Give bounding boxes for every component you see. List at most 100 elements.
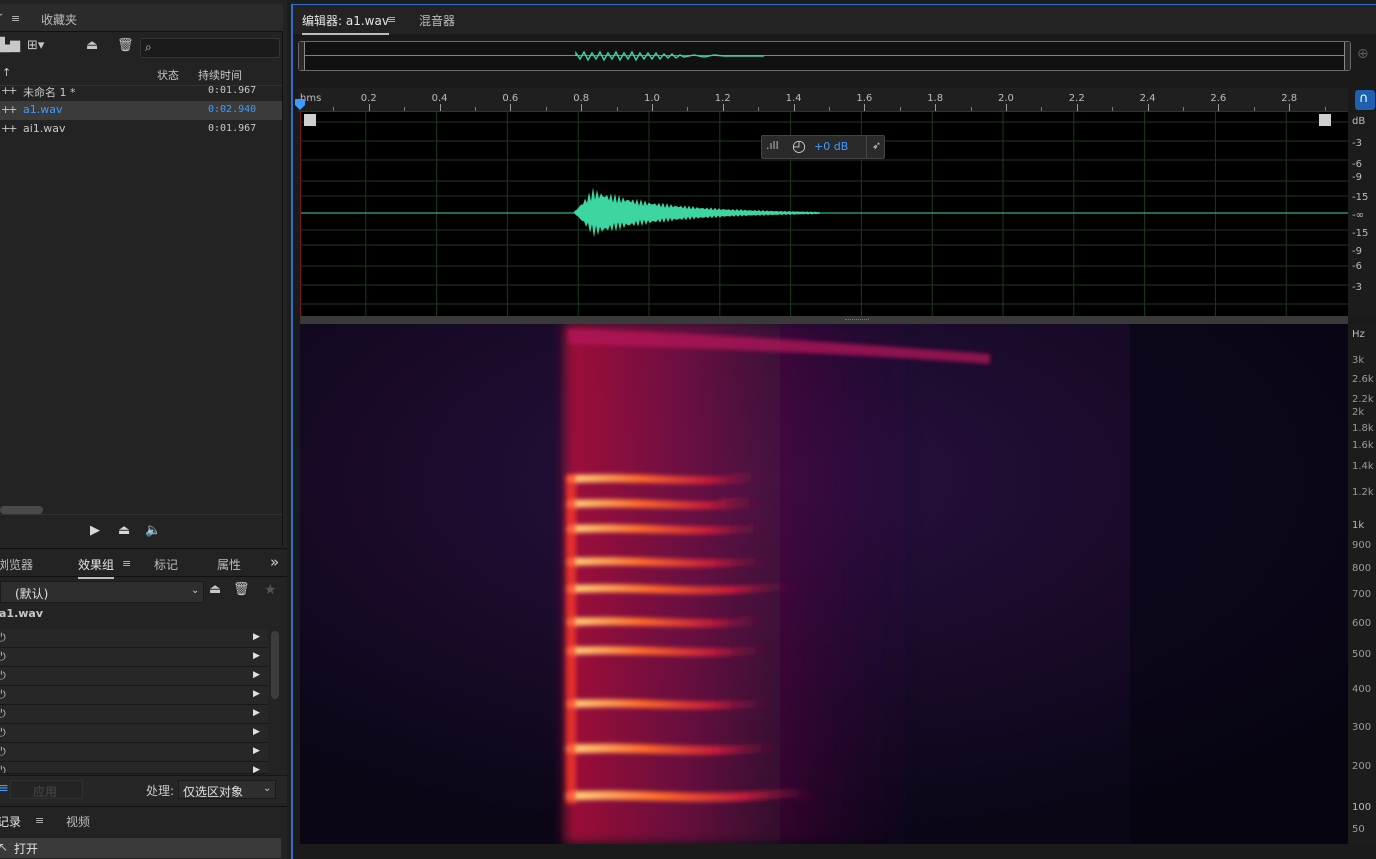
slot-arrow-icon[interactable]: ▶ <box>253 746 260 756</box>
rack-slot[interactable]: ⏻▶ <box>0 724 268 743</box>
overview-navigator[interactable] <box>298 41 1351 71</box>
power-icon[interactable]: ⏻ <box>0 669 6 683</box>
tab-editor[interactable]: 编辑器: a1.wav <box>302 12 389 35</box>
frequency-scale[interactable]: Hz 3k 2.6k 2.2k 2k 1.8k 1.6k 1.4k 1.2k 1k 900 800 70… <box>1349 324 1376 844</box>
splitter-grip-icon[interactable] <box>845 319 869 321</box>
slot-arrow-icon[interactable]: ▶ <box>253 651 260 661</box>
file-row[interactable]: ++ ai1.wav 0:01.967 <box>0 120 282 139</box>
rack-slot[interactable]: ⏻▶ <box>0 743 268 762</box>
slot-arrow-icon[interactable]: ▶ <box>253 727 260 737</box>
ruler-tick-label: 0.4 <box>431 93 448 104</box>
db-scale-label: -3 <box>1352 282 1362 293</box>
editor-menu-icon[interactable]: ≡ <box>387 13 396 26</box>
power-icon[interactable]: ⏻ <box>0 745 6 759</box>
save-preset-icon[interactable]: ⏏ <box>209 582 221 597</box>
tab-history[interactable]: 记录 <box>0 813 21 830</box>
file-row[interactable]: ++ 未命名 1 * 0:01.967 <box>0 82 282 101</box>
db-scale-label: -15 <box>1352 192 1369 203</box>
zoom-navigator-icon[interactable]: ⊕ <box>1357 46 1369 62</box>
time-ruler[interactable]: hms 0.2 0.4 0.6 0.8 1.0 1.2 1.4 1.6 1.8 2.0 2.2 2.4… <box>298 88 1348 112</box>
hz-scale-label: 300 <box>1352 722 1372 733</box>
power-icon[interactable]: ⏻ <box>0 650 6 664</box>
ruler-minor-tick <box>1183 107 1184 111</box>
column-duration[interactable]: 持续时间 <box>198 67 242 83</box>
waveform-display[interactable]: .ıll ◴ +0 dB ➶ <box>300 112 1348 316</box>
delete-icon[interactable]: 🗑 <box>117 38 134 53</box>
power-icon[interactable]: ⏻ <box>0 726 6 740</box>
fade-out-handle[interactable] <box>1319 114 1331 126</box>
search-icon: ⌕ <box>145 40 152 54</box>
slot-arrow-icon[interactable]: ▶ <box>253 708 260 718</box>
ruler-minor-tick <box>1324 107 1326 111</box>
db-scale-label: -9 <box>1352 246 1362 257</box>
overview-right-handle[interactable] <box>1344 42 1350 70</box>
file-row[interactable]: ++ a1.wav 0:02.940 <box>0 101 282 120</box>
harmonic-band <box>566 497 772 510</box>
view-splitter[interactable] <box>300 316 1348 324</box>
files-tab-edge[interactable]: ˇ <box>0 12 4 25</box>
files-menu-icon[interactable]: ≡ <box>11 12 20 25</box>
process-label: 处理: <box>146 784 175 798</box>
autoplay-speaker-icon[interactable]: 🔈 <box>145 523 161 538</box>
slot-arrow-icon[interactable]: ▶ <box>253 765 260 773</box>
power-icon[interactable]: ⏻ <box>0 631 6 645</box>
play-icon[interactable]: ▶ <box>90 523 100 538</box>
search-input[interactable]: ⌕ <box>140 38 280 58</box>
effects-rack-panel: 浏览器 效果组 ≡ 标记 属性 » (默认) ⌄ ⏏ 🗑 ★ a1.wav ⏻ ▶… <box>0 548 287 804</box>
open-file-icon[interactable]: ▙▆ <box>0 38 20 53</box>
gain-knob-icon[interactable]: ◴ <box>792 136 806 155</box>
rack-vertical-scrollbar[interactable] <box>271 631 279 699</box>
tab-favorites[interactable]: 收藏夹 <box>41 11 77 28</box>
sort-arrow-icon[interactable]: ↑ <box>2 66 11 79</box>
slot-arrow-icon[interactable]: ▶ <box>253 632 260 642</box>
column-status[interactable]: 状态 <box>157 67 179 83</box>
apply-button[interactable]: 应用 <box>10 780 83 799</box>
new-file-icon[interactable]: ⊞▾ <box>27 38 44 53</box>
history-row[interactable]: ↖ 打开 <box>0 838 281 858</box>
import-icon[interactable]: ⏏ <box>86 38 98 53</box>
amplitude-scale[interactable]: dB -3 -6 -9 -15 -∞ -15 -9 -6 -3 <box>1349 112 1376 316</box>
files-horizontal-scrollbar[interactable] <box>0 506 43 514</box>
gain-hud[interactable]: .ıll ◴ +0 dB ➶ <box>761 135 885 159</box>
more-tabs-icon[interactable]: » <box>270 553 279 571</box>
tab-effects-rack[interactable]: 效果组 <box>78 556 115 579</box>
hz-scale-label: 50 <box>1352 824 1365 835</box>
tab-video[interactable]: 视频 <box>66 813 90 830</box>
master-power-icon[interactable]: ≡ <box>0 781 9 796</box>
harmonic-band <box>565 788 825 803</box>
headphones-icon[interactable]: ∩ <box>1355 90 1375 110</box>
pin-icon[interactable]: ➶ <box>872 139 881 152</box>
power-icon[interactable]: ⏻ <box>0 764 6 773</box>
slot-arrow-icon[interactable]: ▶ <box>253 670 260 680</box>
rack-slot[interactable]: ⏻▶ <box>0 648 268 667</box>
delete-preset-icon[interactable]: 🗑 <box>233 582 250 597</box>
power-icon[interactable]: ⏻ <box>0 688 6 702</box>
file-duration: 0:02.940 <box>208 104 257 115</box>
preset-select[interactable]: (默认) ⌄ <box>0 581 204 603</box>
tab-browser[interactable]: 浏览器 <box>0 556 33 573</box>
files-panel: ˇ ≡ 收藏夹 ▙▆ ⊞▾ ⏏ 🗑 ⌕ ↑ 状态 持续时间 ++ 未命名 1 *… <box>0 4 283 546</box>
tab-markers[interactable]: 标记 <box>154 556 178 573</box>
overview-left-handle[interactable] <box>299 42 305 70</box>
power-icon[interactable]: ⏻ <box>0 707 6 721</box>
playhead-marker[interactable] <box>295 99 305 111</box>
tab-properties[interactable]: 属性 <box>217 556 241 573</box>
effects-menu-icon[interactable]: ≡ <box>122 557 131 570</box>
history-menu-icon[interactable]: ≡ <box>35 814 44 827</box>
spectrogram-display[interactable] <box>300 324 1348 844</box>
process-select[interactable]: 仅选区对象 ⌄ <box>178 780 276 799</box>
harmonic-band <box>566 644 778 657</box>
rack-slot[interactable]: ⏻▶ <box>0 667 268 686</box>
rack-slot[interactable]: ⏻▶ <box>0 629 268 648</box>
ruler-minor-tick <box>616 107 618 111</box>
rack-slot[interactable]: ⏻▶ <box>0 686 268 705</box>
spectrogram-canvas <box>300 324 1348 844</box>
tab-mixer[interactable]: 混音器 <box>419 12 455 29</box>
fade-in-handle[interactable] <box>304 114 316 126</box>
slot-arrow-icon[interactable]: ▶ <box>253 689 260 699</box>
rack-slot[interactable]: ⏻▶ <box>0 762 268 774</box>
rack-slot[interactable]: ⏻▶ <box>0 705 268 724</box>
hz-scale-label: Hz <box>1352 329 1365 340</box>
loop-export-icon[interactable]: ⏏ <box>118 523 130 538</box>
favorite-star-icon[interactable]: ★ <box>264 582 277 598</box>
